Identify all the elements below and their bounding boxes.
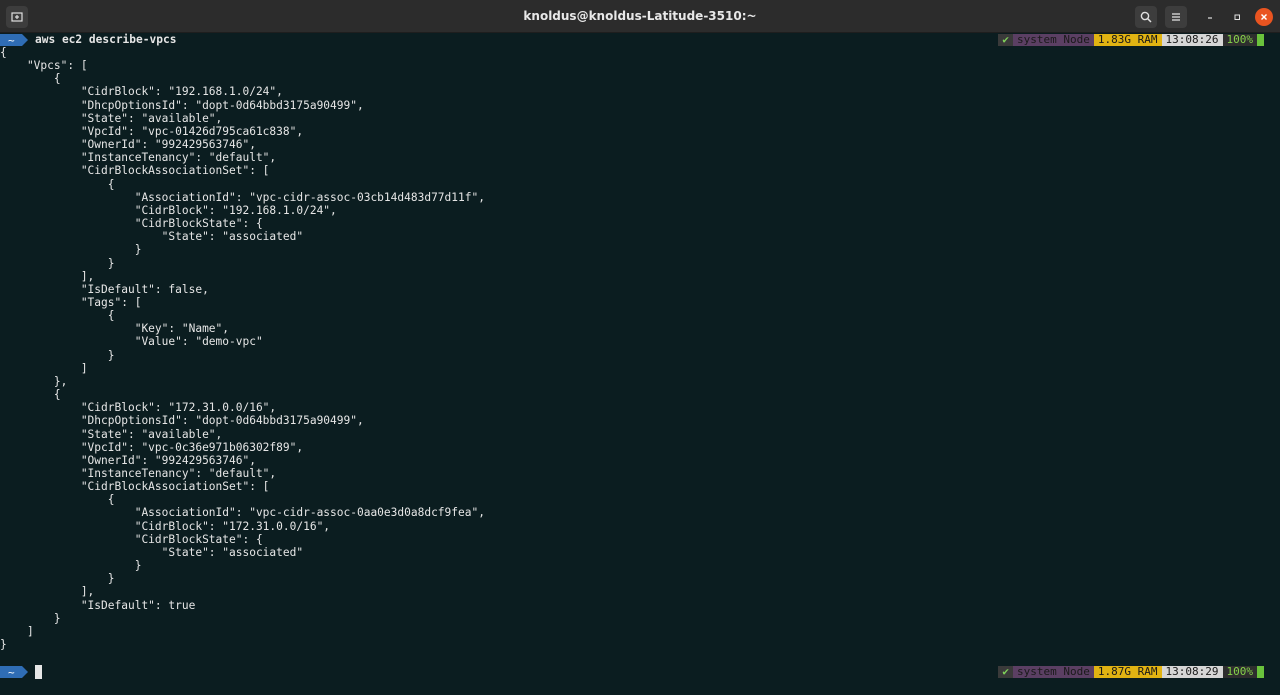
- prompt-line-1: ~ aws ec2 describe-vpcs ✔ system Node 1.…: [0, 33, 1280, 47]
- ram-segment: 1.87G RAM: [1093, 666, 1162, 678]
- battery-bar: [1257, 666, 1264, 678]
- search-button[interactable]: [1135, 6, 1157, 28]
- time-segment: 13:08:29: [1161, 666, 1223, 678]
- window-title: knoldus@knoldus-Latitude-3510:~: [523, 9, 757, 23]
- minimize-icon: [1208, 17, 1212, 19]
- terminal-window: knoldus@knoldus-Latitude-3510:~ ~ aws ec…: [0, 0, 1280, 695]
- exit-status-ok: ✔: [998, 34, 1014, 46]
- prompt-segment: ~: [0, 34, 28, 46]
- terminal-area[interactable]: ~ aws ec2 describe-vpcs ✔ system Node 1.…: [0, 33, 1280, 695]
- prompt-dir: ~: [8, 666, 15, 678]
- battery-segment: 100%: [1222, 666, 1257, 678]
- status-segments: ✔ system Node 1.83G RAM 13:08:26 100%: [998, 34, 1264, 46]
- status-segments: ✔ system Node 1.87G RAM 13:08:29 100%: [998, 666, 1264, 678]
- prompt-dir: ~: [8, 34, 15, 46]
- prompt-line-2: ~ ✔ system Node 1.87G RAM 13:08:29 100%: [0, 665, 1280, 679]
- node-version-segment: system Node: [1013, 666, 1094, 678]
- command-text: aws ec2 describe-vpcs: [35, 33, 177, 46]
- search-icon: [1140, 11, 1152, 23]
- text-cursor[interactable]: [35, 665, 42, 679]
- maximize-button[interactable]: [1228, 8, 1246, 26]
- time-segment: 13:08:26: [1161, 34, 1223, 46]
- minimize-button[interactable]: [1201, 8, 1219, 26]
- scrollbar[interactable]: [1272, 71, 1278, 695]
- close-icon: [1261, 14, 1267, 20]
- battery-segment: 100%: [1222, 34, 1257, 46]
- prompt-segment: ~: [0, 666, 28, 678]
- title-bar: knoldus@knoldus-Latitude-3510:~: [0, 0, 1280, 33]
- hamburger-menu-icon: [1172, 13, 1180, 21]
- ram-segment: 1.83G RAM: [1093, 34, 1162, 46]
- exit-status-ok: ✔: [998, 666, 1014, 678]
- maximize-icon: [1234, 14, 1240, 20]
- command-output: { "Vpcs": [ { "CidrBlock": "192.168.1.0/…: [0, 46, 485, 652]
- menu-button[interactable]: [1165, 6, 1187, 28]
- node-version-segment: system Node: [1013, 34, 1094, 46]
- close-button[interactable]: [1255, 8, 1273, 26]
- battery-bar: [1257, 34, 1264, 46]
